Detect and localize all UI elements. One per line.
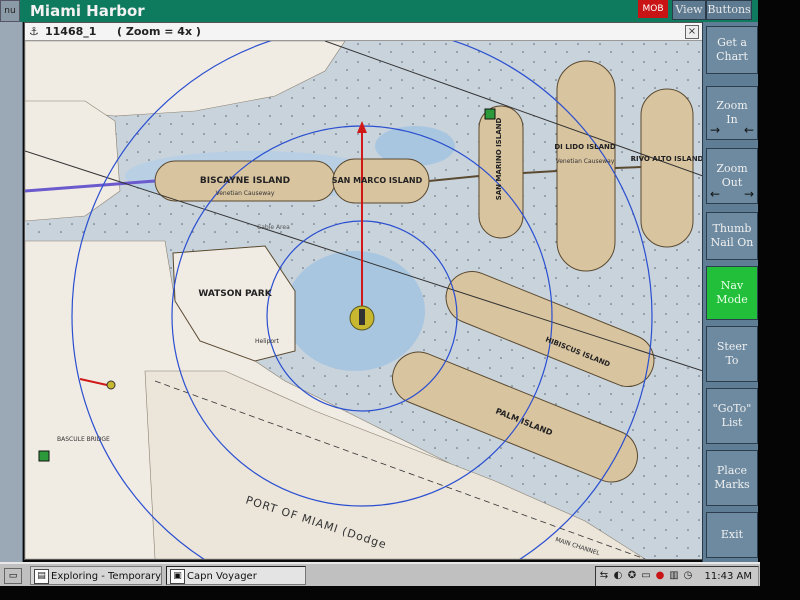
chart-window: ⚓ 11468_1 ( Zoom = 4x ) × BISCAYNE ISLAN… — [24, 22, 704, 560]
thumb-nail-on-button[interactable]: Thumb Nail On — [706, 212, 758, 260]
speaker-icon[interactable]: ◐ — [612, 569, 624, 582]
arrow-left-icon: ← — [743, 123, 754, 137]
label-venetian-causeway-2: Venetian Causeway — [556, 158, 615, 165]
window-icon: ▣ — [170, 569, 185, 584]
desktop-icon[interactable]: ▭ — [4, 568, 22, 584]
place-marks-button[interactable]: Place Marks — [706, 450, 758, 506]
taskbar-item-label: Exploring - Temporary Inter... — [51, 571, 162, 582]
arrow-right-icon: → — [743, 187, 754, 201]
label-bascule-bridge: BASCULE BRIDGE — [57, 436, 110, 443]
command-panel: Get a Chart Zoom In → ← Zoom Out ← → Thu… — [702, 22, 759, 562]
marker-icon-1[interactable] — [484, 108, 496, 120]
zoom-out-button[interactable]: Zoom Out ← → — [706, 148, 758, 204]
nav-mode-button[interactable]: Nav Mode — [706, 266, 758, 320]
label-biscayne-island: BISCAYNE ISLAND — [200, 176, 290, 186]
left-tab-2[interactable] — [0, 212, 20, 232]
monitor-icon[interactable]: ▭ — [640, 569, 652, 582]
clock[interactable]: 11:43 AM — [705, 567, 752, 586]
goto-list-button[interactable]: "GoTo" List — [706, 388, 758, 444]
view-button[interactable]: View — [672, 0, 706, 20]
arrow-left-icon: ← — [710, 187, 721, 201]
chart-zoom-level: ( Zoom = 4x ) — [117, 25, 201, 38]
label-heliport: Heliport — [255, 338, 279, 345]
chart-svg[interactable]: BISCAYNE ISLAND Venetian Causeway SAN MA… — [25, 41, 703, 559]
clock-icon[interactable]: ◷ — [682, 569, 694, 582]
antivirus-icon[interactable]: ✪ — [626, 569, 638, 582]
network-icon[interactable]: ⇆ — [598, 569, 610, 582]
system-tray: ⇆ ◐ ✪ ▭ ● ▥ ◷ 11:43 AM — [595, 566, 759, 587]
menu-button[interactable]: nu — [0, 0, 20, 22]
label-rivo-alto-island: RIVO ALTO ISLAND — [631, 155, 703, 163]
monitor-bezel — [758, 0, 800, 600]
label-di-lido-island: DI LIDO ISLAND — [554, 143, 615, 151]
chart-window-icon: ⚓ — [29, 25, 39, 38]
arrow-right-icon: → — [710, 123, 721, 137]
mob-button[interactable]: MOB — [638, 0, 668, 18]
label-cable-area: Cable Area — [257, 224, 290, 231]
rivo-alto-island-shape — [640, 88, 694, 248]
folder-icon: ▤ — [34, 569, 49, 584]
taskbar: ▭ ▤ Exploring - Temporary Inter... ▣ Cap… — [0, 562, 760, 588]
app-title: Miami Harbor — [30, 2, 145, 20]
printer-icon[interactable]: ▥ — [668, 569, 680, 582]
label-watson-park: WATSON PARK — [198, 289, 272, 299]
left-tab-1[interactable] — [0, 122, 20, 142]
label-san-marino-island: SAN MARINO ISLAND — [495, 118, 503, 201]
close-icon[interactable]: × — [685, 25, 699, 39]
taskbar-item-explorer[interactable]: ▤ Exploring - Temporary Inter... — [30, 566, 162, 585]
label-venetian-causeway-1: Venetian Causeway — [216, 190, 275, 197]
buttons-button[interactable]: Buttons — [706, 0, 752, 20]
nautical-chart[interactable]: BISCAYNE ISLAND Venetian Causeway SAN MA… — [25, 41, 703, 559]
zoom-in-button[interactable]: Zoom In → ← — [706, 86, 758, 140]
label-san-marco-island: SAN MARCO ISLAND — [332, 176, 423, 185]
steer-to-button[interactable]: Steer To — [706, 326, 758, 382]
taskbar-item-capn-voyager[interactable]: ▣ Capn Voyager — [166, 566, 306, 585]
chart-title: 11468_1 — [45, 25, 97, 38]
marker-icon-2[interactable] — [38, 450, 50, 462]
causeway-segment-3 — [614, 166, 642, 169]
vessel-body — [359, 309, 365, 325]
exit-button[interactable]: Exit — [706, 512, 758, 558]
buoy-icon[interactable] — [106, 380, 116, 390]
monitor-bottom-bezel — [0, 586, 800, 600]
taskbar-item-label: Capn Voyager — [187, 571, 257, 582]
left-panel — [0, 22, 23, 562]
di-lido-island-shape — [556, 60, 616, 272]
get-a-chart-button[interactable]: Get a Chart — [706, 26, 758, 74]
chart-titlebar: ⚓ 11468_1 ( Zoom = 4x ) × — [25, 23, 703, 41]
alert-icon[interactable]: ● — [654, 569, 666, 582]
